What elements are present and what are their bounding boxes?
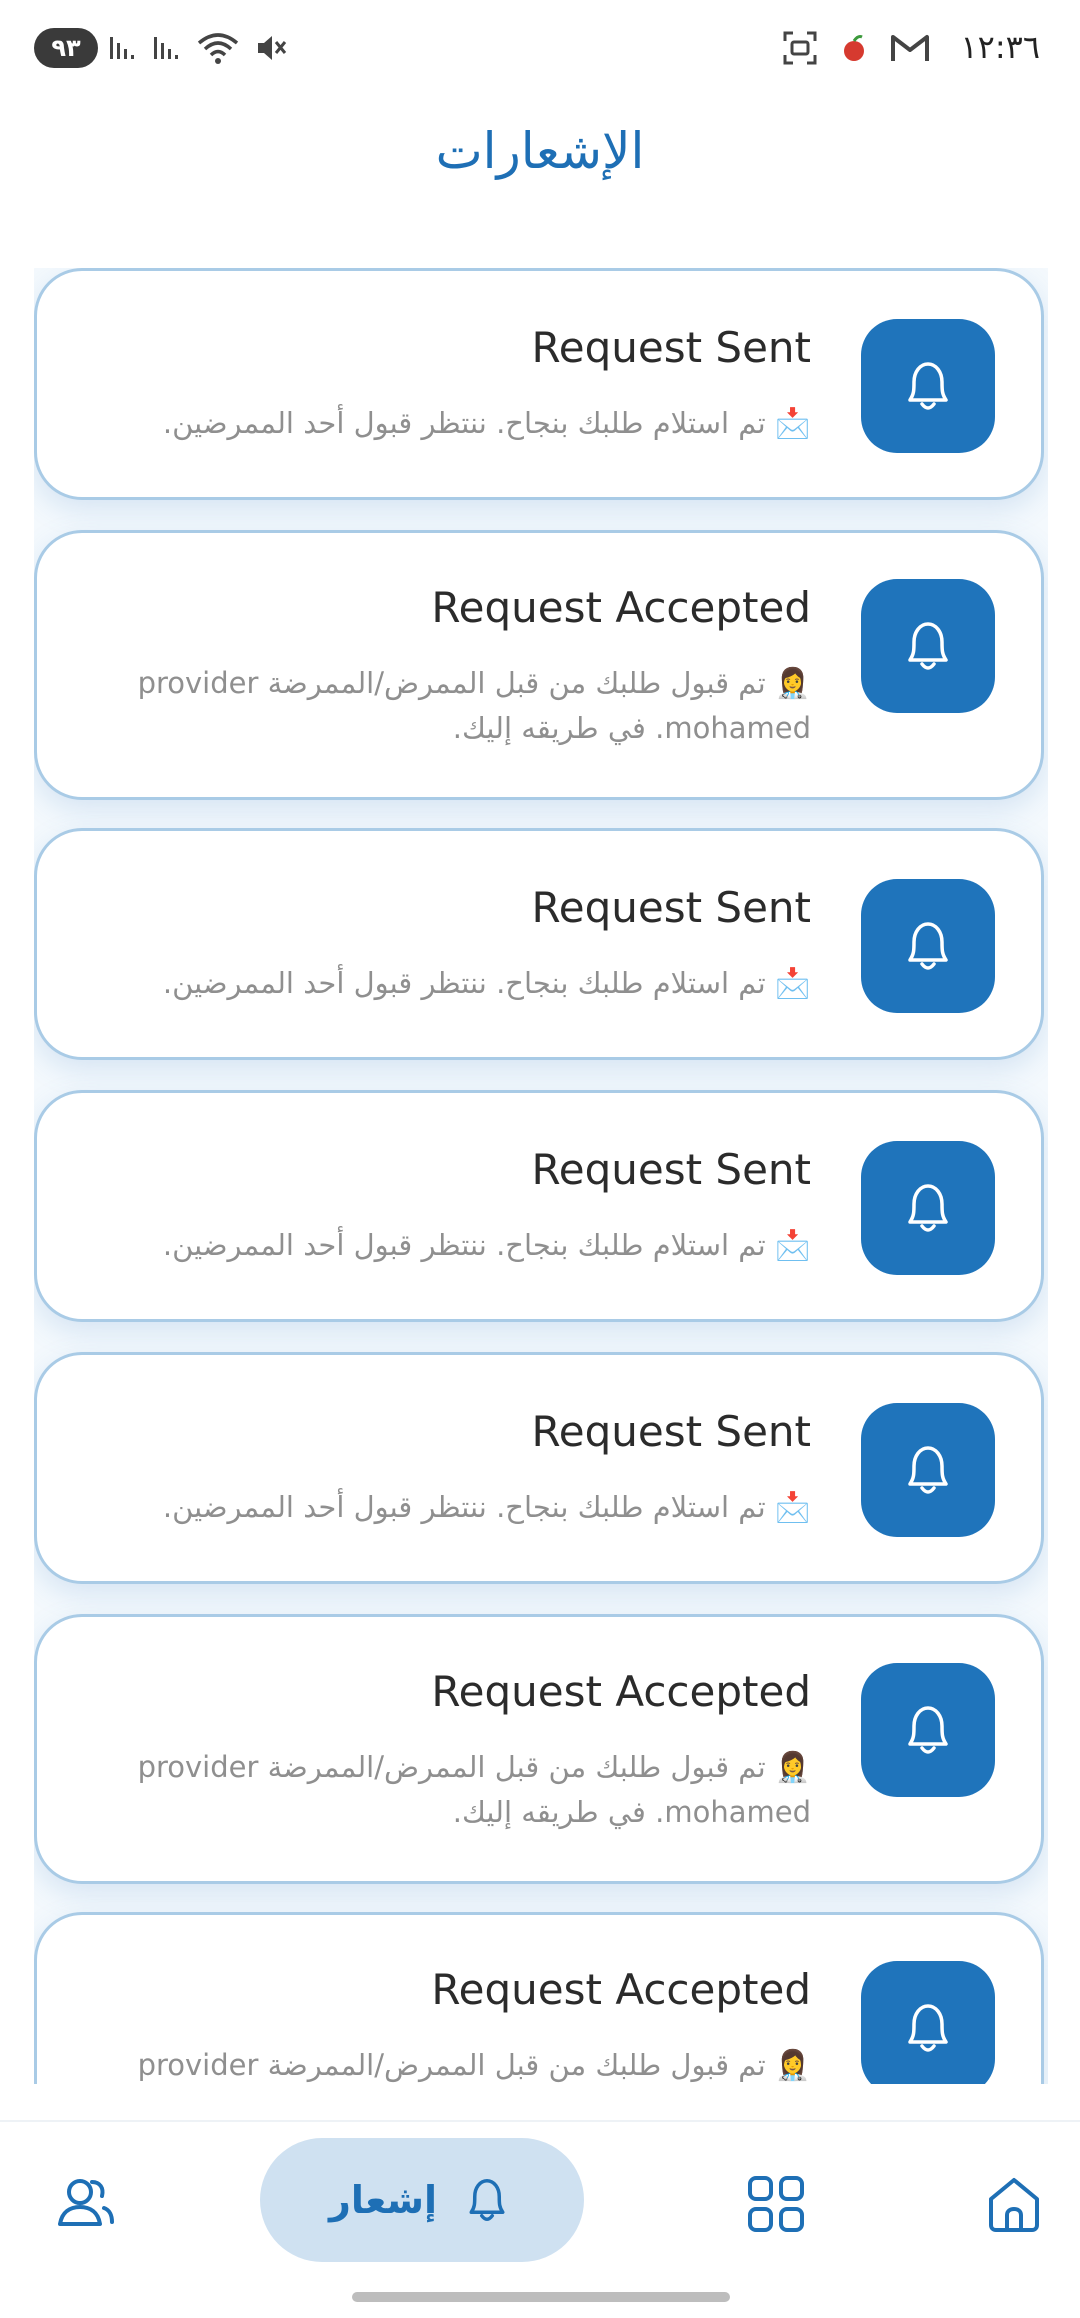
- bell-icon: [908, 922, 948, 970]
- bell-icon: [908, 1184, 948, 1232]
- screenshot-icon: [783, 31, 817, 65]
- nav-home[interactable]: [974, 2164, 1054, 2244]
- page-title: الإشعارات: [435, 122, 645, 180]
- notification-body-line: mohamed. في طريقه إليك.: [452, 1795, 811, 1829]
- bell-icon: [908, 1706, 948, 1754]
- grid-icon: [748, 2176, 804, 2232]
- notifications-icon: [469, 2179, 505, 2221]
- nav-notifications-label: إشعار: [329, 2178, 437, 2222]
- notification-title: Request Sent: [531, 883, 811, 932]
- notification-body-line: 👩‍⚕️ تم قبول طلبك من قبل الممرض/الممرضة …: [137, 1750, 811, 1784]
- home-indicator[interactable]: [352, 2292, 730, 2302]
- notification-body-line: 👩‍⚕️ تم قبول طلبك من قبل الممرض/الممرضة …: [137, 666, 811, 700]
- notification-bell-badge: [861, 579, 995, 713]
- notification-body-line: 📩 تم استلام طلبك بنجاح. ننتظر قبول أحد ا…: [162, 406, 811, 440]
- notification-body: 📩 تم استلام طلبك بنجاح. ننتظر قبول أحد ا…: [111, 401, 811, 446]
- nav-profile[interactable]: [46, 2164, 126, 2244]
- app-notification-icon: [844, 35, 864, 61]
- notification-body: 📩 تم استلام طلبك بنجاح. ننتظر قبول أحد ا…: [111, 1223, 811, 1268]
- notification-title: Request Accepted: [431, 583, 811, 632]
- notification-card[interactable]: Request Accepted 👩‍⚕️ تم قبول طلبك من قب…: [34, 1912, 1044, 2084]
- notification-card[interactable]: Request Sent 📩 تم استلام طلبك بنجاح. ننت…: [34, 828, 1044, 1060]
- notifications-list[interactable]: Request Sent 📩 تم استلام طلبك بنجاح. ننت…: [34, 268, 1048, 2084]
- wifi-icon: [197, 33, 239, 64]
- status-right-icons: [782, 28, 930, 68]
- signal-icon: [154, 37, 178, 59]
- notification-title: Request Sent: [531, 1145, 811, 1194]
- notification-body: 👩‍⚕️ تم قبول طلبك من قبل الممرض/الممرضة …: [111, 1745, 811, 1835]
- notification-body: 📩 تم استلام طلبك بنجاح. ننتظر قبول أحد ا…: [111, 1485, 811, 1530]
- notification-card[interactable]: Request Sent 📩 تم استلام طلبك بنجاح. ننت…: [34, 1090, 1044, 1322]
- nav-grid[interactable]: [736, 2164, 816, 2244]
- bell-icon: [908, 362, 948, 410]
- bell-icon: [908, 622, 948, 670]
- notification-title: Request Sent: [531, 1407, 811, 1456]
- mute-icon: [258, 36, 287, 60]
- gmail-icon: [891, 35, 929, 61]
- home-icon: [989, 2178, 1039, 2232]
- status-left-icons: [108, 28, 288, 68]
- notification-bell-badge: [861, 1961, 995, 2084]
- nav-notifications[interactable]: إشعار: [260, 2138, 584, 2262]
- notification-title: Request Accepted: [431, 1667, 811, 1716]
- notification-body: 👩‍⚕️ تم قبول طلبك من قبل الممرض/الممرضة …: [111, 2043, 811, 2084]
- notification-card[interactable]: Request Accepted 👩‍⚕️ تم قبول طلبك من قب…: [34, 530, 1044, 800]
- notification-bell-badge: [861, 879, 995, 1013]
- bell-icon: [908, 1446, 948, 1494]
- notification-body-line: 📩 تم استلام طلبك بنجاح. ننتظر قبول أحد ا…: [162, 1228, 811, 1262]
- battery-level: ٩٣: [51, 34, 81, 62]
- signal-icon: [110, 37, 134, 59]
- status-time: ١٢:٣٦: [960, 28, 1040, 66]
- notification-body-line: mohamed. في طريقه إليك.: [452, 711, 811, 745]
- status-bar: ٩٣ ١٢:٣٦: [0, 0, 1080, 100]
- notification-body-line: 📩 تم استلام طلبك بنجاح. ننتظر قبول أحد ا…: [162, 966, 811, 1000]
- notification-card[interactable]: Request Sent 📩 تم استلام طلبك بنجاح. ننت…: [34, 268, 1044, 500]
- notification-bell-badge: [861, 1141, 995, 1275]
- notification-bell-badge: [861, 319, 995, 453]
- notification-body: 📩 تم استلام طلبك بنجاح. ننتظر قبول أحد ا…: [111, 961, 811, 1006]
- notification-title: Request Accepted: [431, 1965, 811, 2014]
- notification-body-line: 📩 تم استلام طلبك بنجاح. ننتظر قبول أحد ا…: [162, 1490, 811, 1524]
- profile-icon: [58, 2179, 114, 2226]
- notification-title: Request Sent: [531, 323, 811, 372]
- notification-bell-badge: [861, 1663, 995, 1797]
- notification-card[interactable]: Request Accepted 👩‍⚕️ تم قبول طلبك من قب…: [34, 1614, 1044, 1884]
- notification-body-line: 👩‍⚕️ تم قبول طلبك من قبل الممرض/الممرضة …: [137, 2048, 811, 2082]
- notification-card[interactable]: Request Sent 📩 تم استلام طلبك بنجاح. ننت…: [34, 1352, 1044, 1584]
- battery-indicator: ٩٣: [34, 28, 98, 68]
- bell-icon: [908, 2004, 948, 2052]
- notification-bell-badge: [861, 1403, 995, 1537]
- bottom-nav: إشعار: [0, 2120, 1080, 2318]
- notification-body: 👩‍⚕️ تم قبول طلبك من قبل الممرض/الممرضة …: [111, 661, 811, 751]
